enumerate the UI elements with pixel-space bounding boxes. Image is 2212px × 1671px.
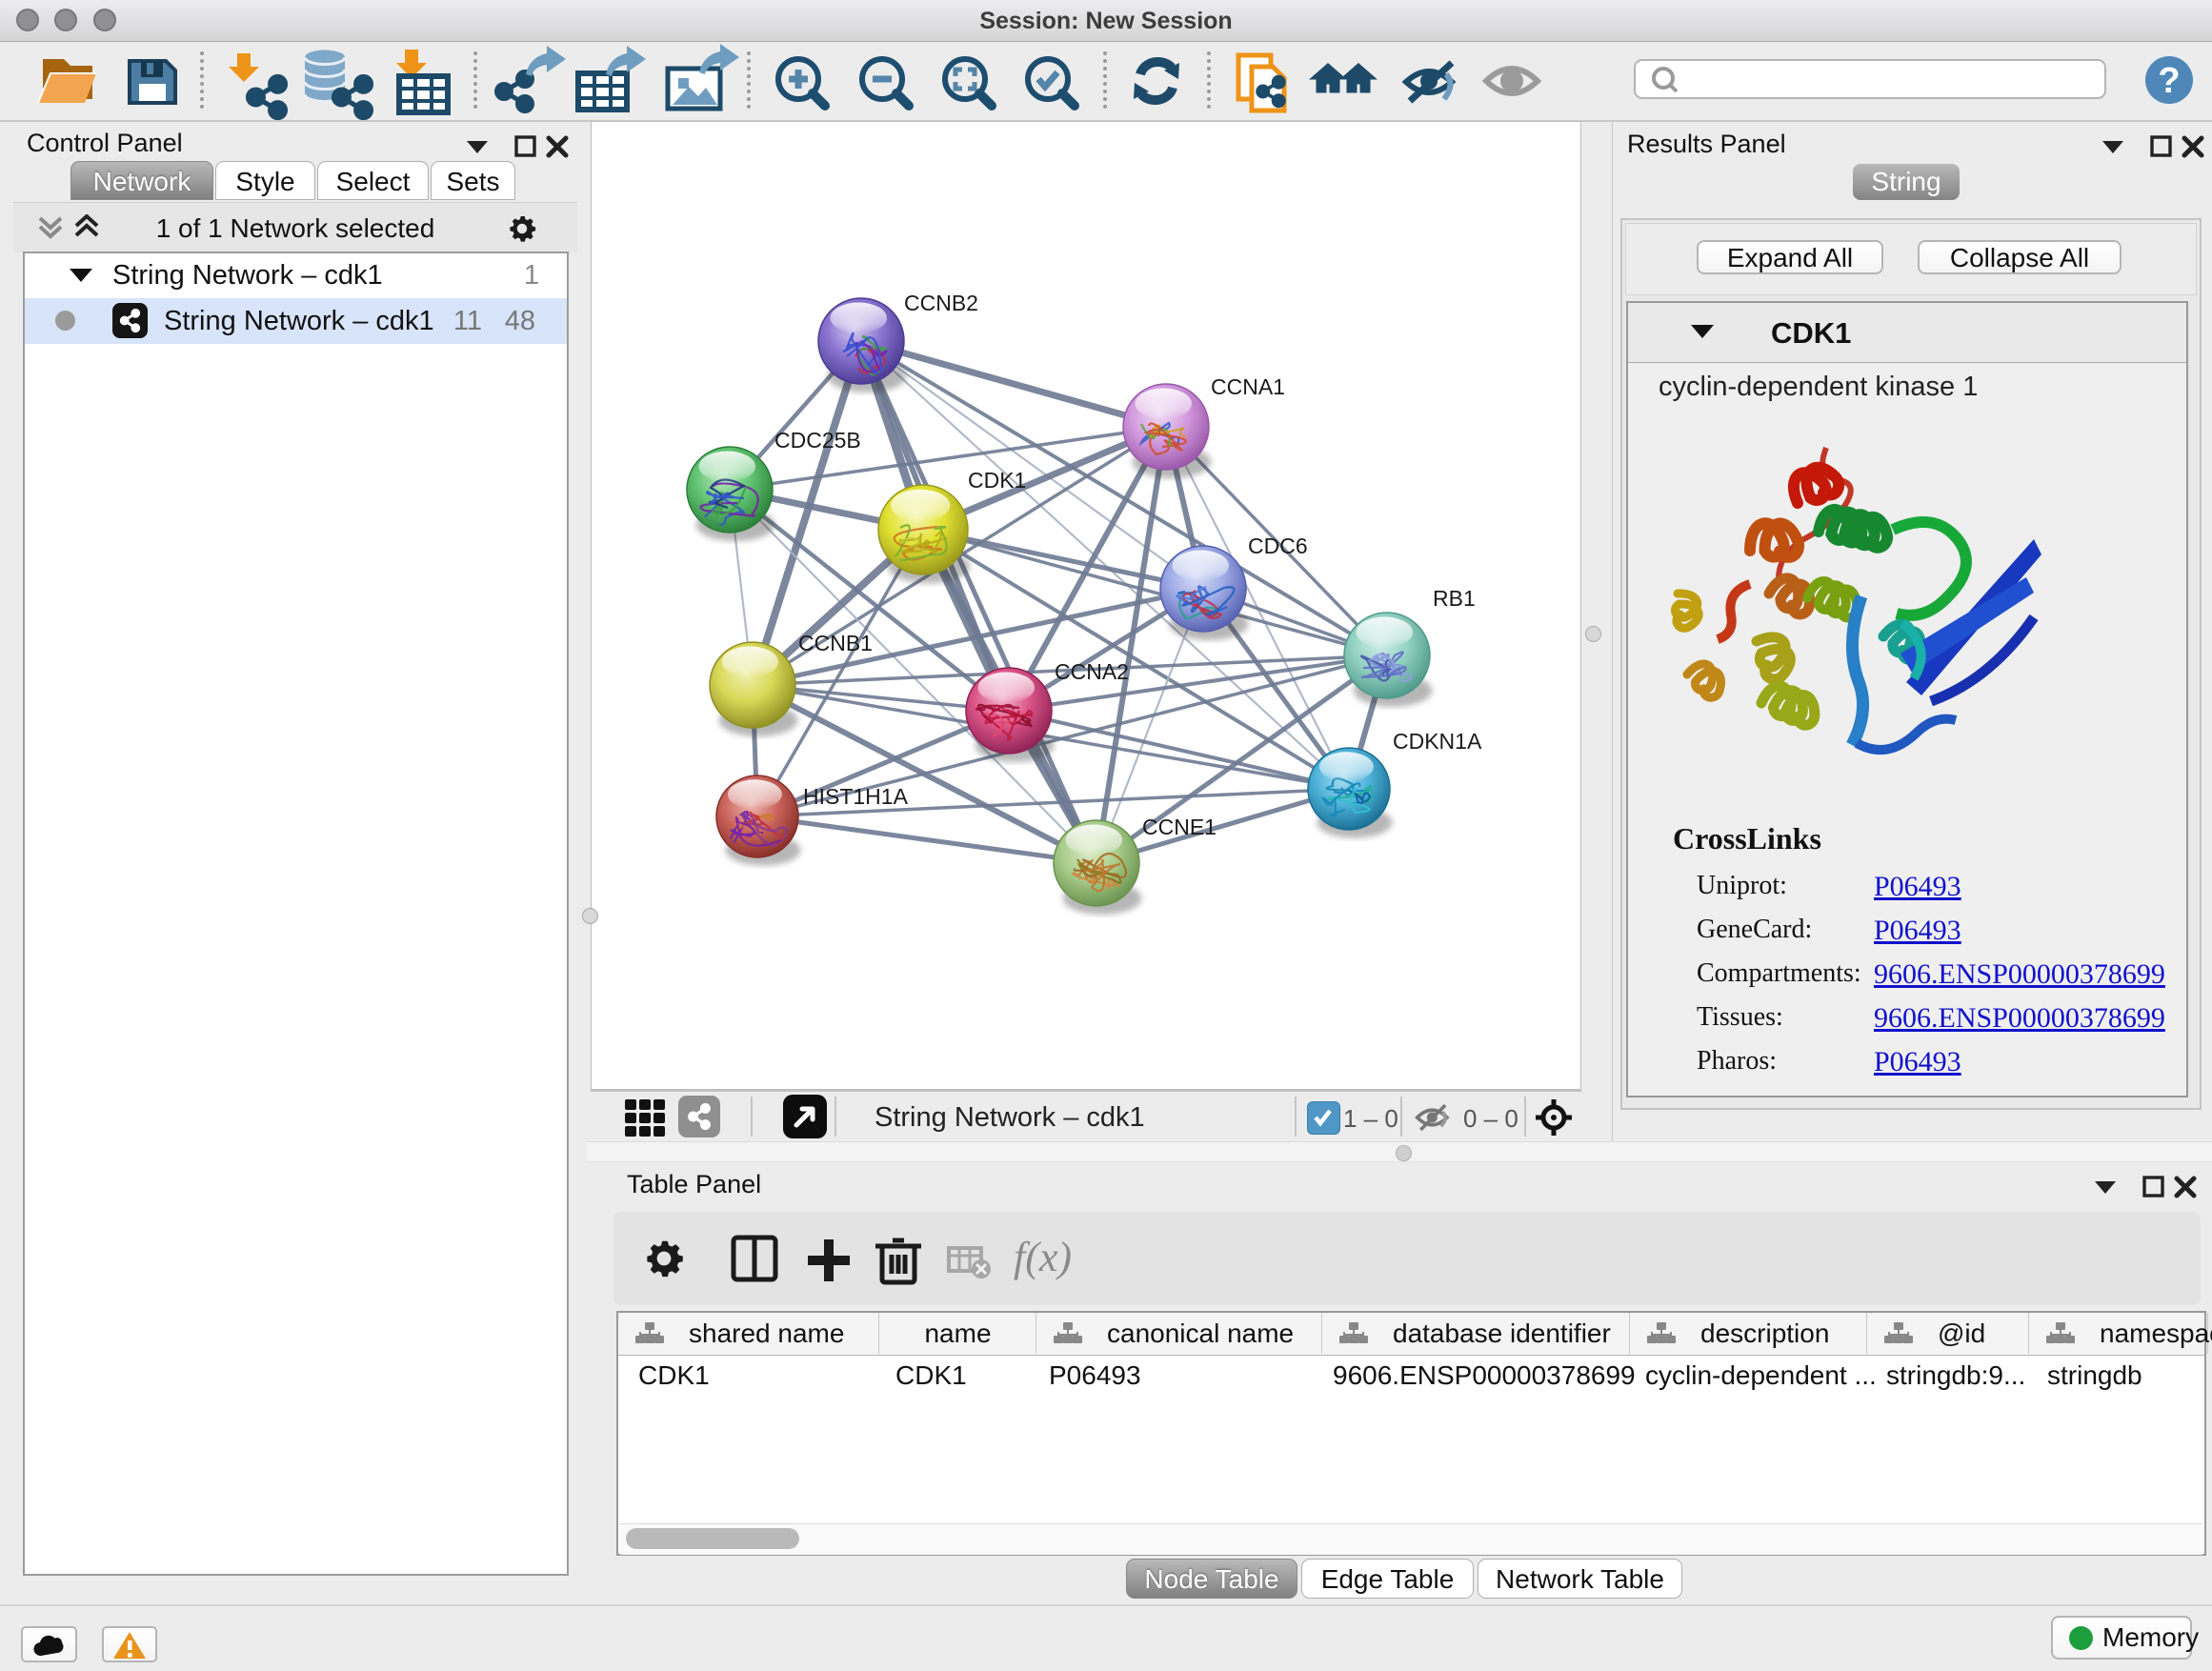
svg-text:f(x): f(x) bbox=[1014, 1234, 1072, 1280]
svg-text:CCNA2: CCNA2 bbox=[1055, 659, 1129, 684]
svg-text:RB1: RB1 bbox=[1433, 586, 1476, 611]
svg-text:CDKN1A: CDKN1A bbox=[1393, 729, 1482, 754]
svg-text:HIST1H1A: HIST1H1A bbox=[803, 784, 909, 809]
svg-text:CCNA1: CCNA1 bbox=[1211, 374, 1285, 399]
svg-text:CDC25B: CDC25B bbox=[774, 428, 861, 453]
svg-text:CCNE1: CCNE1 bbox=[1142, 815, 1217, 839]
svg-text:CDK1: CDK1 bbox=[968, 468, 1026, 493]
svg-text:CCNB2: CCNB2 bbox=[904, 291, 978, 315]
svg-text:?: ? bbox=[2158, 61, 2180, 101]
svg-text:CDC6: CDC6 bbox=[1248, 534, 1308, 558]
svg-text:CCNB1: CCNB1 bbox=[798, 631, 873, 655]
